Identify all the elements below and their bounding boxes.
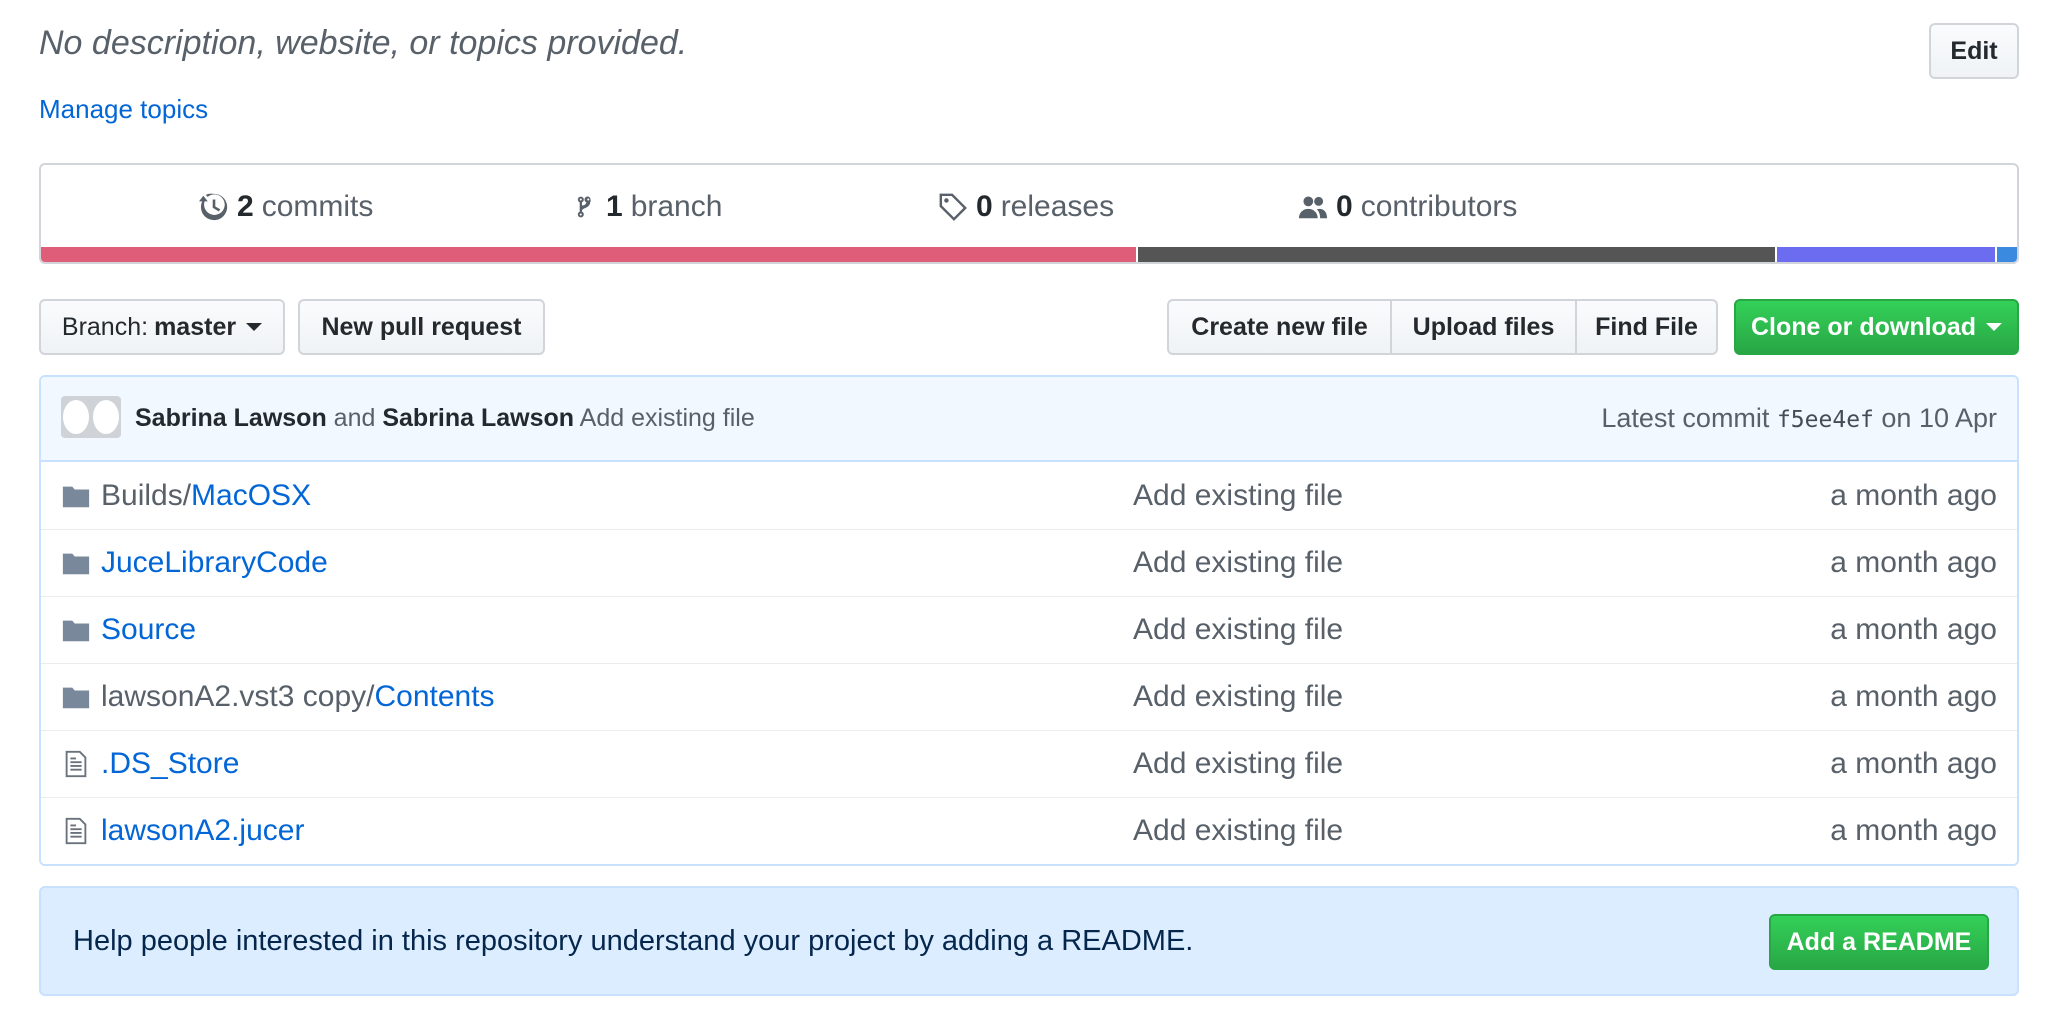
file-name: Source xyxy=(101,613,196,647)
file-row: JuceLibraryCode Add existing file a month … xyxy=(41,529,2017,596)
file-age: a month ago xyxy=(1830,747,1997,780)
folder-icon xyxy=(61,481,91,511)
add-readme-button[interactable]: Add a README xyxy=(1769,914,1989,970)
commit-author-link[interactable]: Sabrina Lawson xyxy=(135,404,327,432)
language-segment[interactable] xyxy=(1776,247,1996,262)
commits-count: 2 xyxy=(237,190,254,223)
contributors-label: contributors xyxy=(1360,190,1518,223)
language-bar[interactable] xyxy=(41,247,2017,262)
git-branch-icon xyxy=(577,196,591,218)
file-icon xyxy=(61,816,91,846)
file-path-prefix[interactable]: lawsonA2.vst3 copy/ xyxy=(101,680,374,713)
readme-prompt: Help people interested in this repositor… xyxy=(39,886,2019,996)
file-commit-message[interactable]: Add existing file xyxy=(1133,747,1343,781)
caret-down-icon xyxy=(246,323,263,331)
file-age: a month ago xyxy=(1830,680,1997,713)
language-segment[interactable] xyxy=(1997,247,2017,262)
file-row: lawsonA2.vst3 copy/Contents Add existing … xyxy=(41,663,2017,730)
upload-files-button[interactable]: Upload files xyxy=(1390,299,1577,355)
releases-stat[interactable]: 0 releases xyxy=(938,165,1114,249)
file-age: a month ago xyxy=(1830,613,1997,646)
file-name: JuceLibraryCode xyxy=(101,546,328,580)
file-name: Builds/MacOSX xyxy=(101,479,311,513)
file-table: Sabrina Lawson and Sabrina Lawson Add ex… xyxy=(39,375,2019,866)
edit-button[interactable]: Edit xyxy=(1929,23,2019,79)
branch-name: master xyxy=(154,312,237,341)
releases-label: releases xyxy=(1000,190,1115,223)
file-link[interactable]: .DS_Store xyxy=(101,747,239,780)
repo-summary: 2 commits 1 branch 0 releases 0 contribu… xyxy=(39,163,2019,264)
commits-stat[interactable]: 2 commits xyxy=(199,165,373,249)
commit-sha-link[interactable]: f5ee4ef xyxy=(1777,407,1874,433)
contributors-stat[interactable]: 0 contributors xyxy=(1298,165,1517,249)
commit-summary: Sabrina Lawson and Sabrina Lawson Add ex… xyxy=(135,404,755,433)
avatar[interactable] xyxy=(61,396,121,438)
find-file-button[interactable]: Find File xyxy=(1575,299,1718,355)
file-age: a month ago xyxy=(1830,478,1997,512)
history-icon xyxy=(199,193,228,221)
branch-prefix: Branch: xyxy=(61,312,149,341)
tag-icon xyxy=(939,193,967,221)
releases-count: 0 xyxy=(976,190,993,223)
branches-label: branch xyxy=(630,190,723,223)
branch-select-button[interactable]: Branch: master xyxy=(39,299,285,355)
readme-prompt-text: Help people interested in this repositor… xyxy=(73,924,1194,957)
language-segment[interactable] xyxy=(1138,247,1775,262)
file-name: lawsonA2.vst3 copy/Contents xyxy=(101,680,495,714)
branches-count: 1 xyxy=(606,190,623,223)
file-path-prefix[interactable]: Builds/ xyxy=(101,479,191,512)
commit-message-link[interactable]: Add existing file xyxy=(580,404,755,432)
commit-conjunction: and xyxy=(333,404,376,432)
language-segment[interactable] xyxy=(41,247,1137,262)
clone-or-download-button[interactable]: Clone or download xyxy=(1734,299,2019,355)
commit-committer-link[interactable]: Sabrina Lawson xyxy=(382,404,574,432)
contributors-count: 0 xyxy=(1336,190,1353,223)
file-name: lawsonA2.jucer xyxy=(101,814,304,848)
folder-icon xyxy=(61,548,91,578)
file-row: Builds/MacOSX Add existing file a month ag… xyxy=(41,462,2017,529)
people-icon xyxy=(1298,196,1328,219)
file-link[interactable]: lawsonA2.jucer xyxy=(101,814,304,847)
repo-description: No description, website, or topics provi… xyxy=(39,24,688,62)
folder-icon xyxy=(61,682,91,712)
latest-commit-bar: Sabrina Lawson and Sabrina Lawson Add ex… xyxy=(41,377,2017,462)
file-link[interactable]: JuceLibraryCode xyxy=(101,546,328,579)
file-commit-message[interactable]: Add existing file xyxy=(1133,479,1343,513)
latest-commit-prefix: Latest commit xyxy=(1601,403,1770,433)
manage-topics-link[interactable]: Manage topics xyxy=(39,94,208,125)
file-commit-message[interactable]: Add existing file xyxy=(1133,546,1343,580)
commit-date: on 10 Apr xyxy=(1881,403,1997,433)
new-pull-request-button[interactable]: New pull request xyxy=(298,299,545,355)
file-link[interactable]: Source xyxy=(101,613,196,646)
file-link[interactable]: Contents xyxy=(374,680,494,713)
file-row: lawsonA2.jucer Add existing file a month a… xyxy=(41,797,2017,864)
latest-commit-info: Latest commit f5ee4ef on 10 Apr xyxy=(1601,403,1997,434)
clone-label: Clone or download xyxy=(1751,312,1976,341)
file-age: a month ago xyxy=(1830,546,1997,579)
file-commit-message[interactable]: Add existing file xyxy=(1133,814,1343,848)
file-link[interactable]: MacOSX xyxy=(191,479,311,512)
file-name: .DS_Store xyxy=(101,747,239,781)
file-icon xyxy=(61,749,91,779)
file-row: Source Add existing file a month ago xyxy=(41,596,2017,663)
caret-down-icon xyxy=(1986,323,2002,331)
branches-stat[interactable]: 1 branch xyxy=(574,165,722,249)
file-commit-message[interactable]: Add existing file xyxy=(1133,680,1343,714)
file-commit-message[interactable]: Add existing file xyxy=(1133,613,1343,647)
file-row: .DS_Store Add existing file a month ago xyxy=(41,730,2017,797)
commits-label: commits xyxy=(261,190,374,223)
file-age: a month ago xyxy=(1830,814,1997,847)
folder-icon xyxy=(61,615,91,645)
create-new-file-button[interactable]: Create new file xyxy=(1167,299,1392,355)
file-actions-group: Create new file Upload files Find File xyxy=(1167,299,1718,355)
